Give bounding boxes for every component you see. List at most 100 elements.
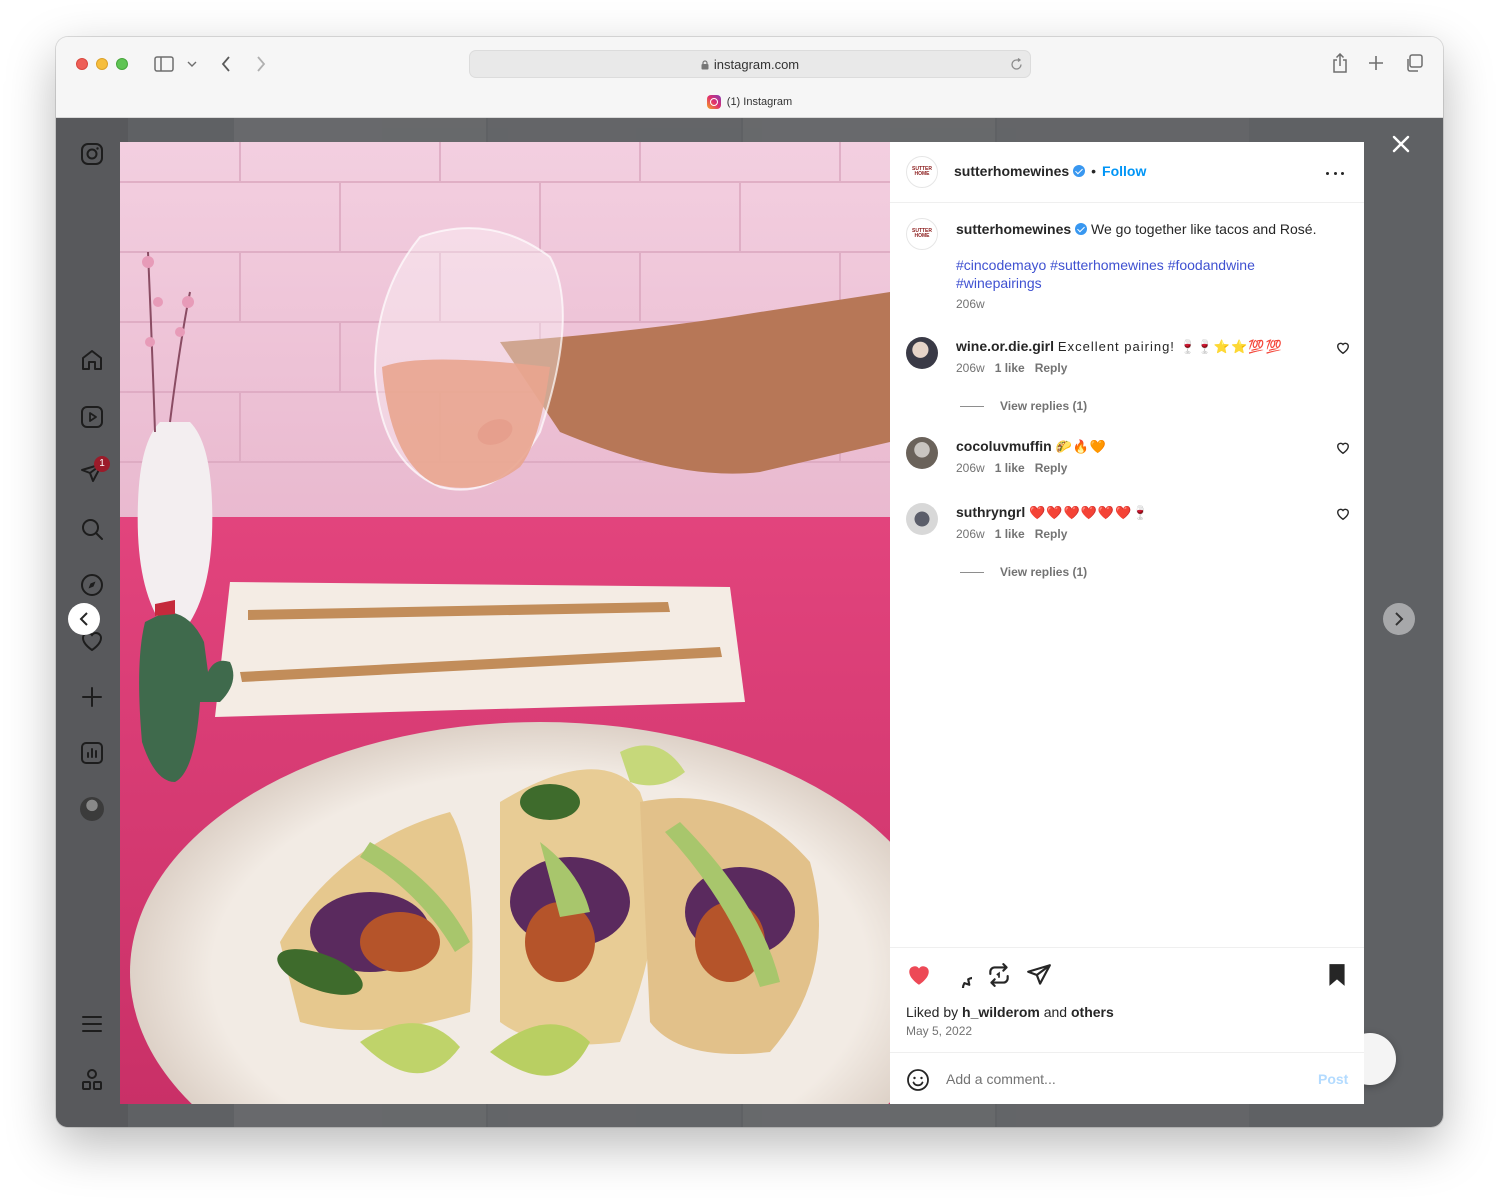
caption-time[interactable]: 206w — [956, 297, 985, 311]
author-avatar[interactable]: SUTTER HOME — [906, 156, 938, 188]
reply-button[interactable]: Reply — [1035, 461, 1068, 475]
back-icon[interactable] — [217, 53, 235, 75]
caption-author-username[interactable]: sutterhomewines — [956, 221, 1071, 237]
saved-bookmark-icon[interactable] — [1324, 962, 1350, 988]
post-photo — [120, 142, 890, 1104]
reload-icon[interactable] — [1009, 57, 1023, 71]
caption-author-avatar[interactable]: SUTTER HOME — [906, 218, 938, 250]
liked-by-user[interactable]: h_wilderom — [962, 1004, 1040, 1020]
apps-icon[interactable] — [78, 1066, 106, 1094]
like-comment-heart-icon[interactable] — [1336, 341, 1350, 355]
url-text: instagram.com — [470, 57, 1030, 72]
chevron-right-icon — [1395, 612, 1404, 626]
comment-time[interactable]: 206w — [956, 361, 985, 375]
profile-avatar[interactable] — [80, 797, 104, 821]
post-caption: sutterhomewines We go together like taco… — [956, 220, 1336, 238]
commenter-username[interactable]: wine.or.die.girl — [956, 338, 1054, 354]
search-icon[interactable] — [78, 515, 106, 543]
commenter-avatar[interactable] — [906, 437, 938, 469]
close-modal-icon[interactable] — [1389, 132, 1413, 156]
liked-by-prefix: Liked by — [906, 1004, 959, 1020]
commenter-username[interactable]: suthryngrl — [956, 504, 1025, 520]
like-comment-heart-icon[interactable] — [1336, 441, 1350, 455]
previous-post-button[interactable] — [68, 603, 100, 635]
view-replies-button[interactable]: View replies (1) — [960, 399, 1087, 413]
caption-text: We go together like tacos and Rosé. — [1091, 221, 1317, 237]
hashtag-link[interactable]: #winepairings — [956, 275, 1042, 291]
hashtag-link[interactable]: #sutterhomewines — [1050, 257, 1164, 273]
post-modal: SUTTER HOME sutterhomewines • Follow SUT… — [120, 142, 1364, 1104]
comment-time[interactable]: 206w — [956, 527, 985, 541]
avatar-logo-text: SUTTER HOME — [912, 166, 932, 177]
liked-heart-icon[interactable] — [906, 962, 932, 988]
zoom-window-button[interactable] — [116, 58, 128, 70]
hashtag-link[interactable]: #foodandwine — [1168, 257, 1255, 273]
comment-likes[interactable]: 1 like — [995, 461, 1025, 475]
next-post-button[interactable] — [1383, 603, 1415, 635]
comment-icon[interactable] — [946, 962, 985, 1000]
follow-button[interactable]: Follow — [1102, 163, 1146, 179]
tab-overview-icon[interactable] — [1403, 52, 1425, 74]
tab-title: (1) Instagram — [726, 96, 793, 108]
reply-button[interactable]: Reply — [1035, 527, 1068, 541]
close-window-button[interactable] — [76, 58, 88, 70]
author-username[interactable]: sutterhomewines — [954, 163, 1069, 179]
liked-by-and: and — [1043, 1004, 1068, 1020]
post-date[interactable]: May 5, 2022 — [906, 1024, 972, 1038]
dashboard-icon[interactable] — [78, 739, 106, 767]
explore-icon[interactable] — [78, 571, 106, 599]
hashtag-link[interactable]: #cincodemayo — [956, 257, 1046, 273]
commenter-avatar[interactable] — [906, 337, 938, 369]
share-post-icon[interactable] — [1026, 962, 1052, 988]
comment-text: 🌮🔥🧡 — [1055, 439, 1108, 454]
reply-button[interactable]: Reply — [1035, 361, 1068, 375]
post-header: SUTTER HOME sutterhomewines • Follow — [890, 142, 1364, 203]
post-hashtags: #cincodemayo #sutterhomewines #foodandwi… — [956, 256, 1336, 292]
url-label: instagram.com — [713, 57, 800, 72]
minimize-window-button[interactable] — [96, 58, 108, 70]
comment-meta: 206w 1 like Reply — [956, 527, 1067, 541]
post-details-panel: SUTTER HOME sutterhomewines • Follow SUT… — [890, 142, 1364, 1104]
chevron-down-icon[interactable] — [185, 57, 199, 71]
commenter-avatar[interactable] — [906, 503, 938, 535]
instagram-icon[interactable] — [78, 140, 106, 168]
address-bar[interactable]: instagram.com — [469, 50, 1031, 78]
post-comment-button[interactable]: Post — [1318, 1071, 1348, 1087]
browser-window: instagram.com (1) Instagram 1 SUTTER HOM… — [56, 37, 1443, 1127]
comment-likes[interactable]: 1 like — [995, 361, 1025, 375]
view-replies-label: View replies (1) — [1000, 565, 1088, 579]
lock-icon — [701, 58, 709, 70]
active-tab[interactable]: (1) Instagram — [56, 95, 1443, 109]
reels-icon[interactable] — [78, 403, 106, 431]
comment-meta: 206w 1 like Reply — [956, 361, 1067, 375]
view-replies-button[interactable]: View replies (1) — [960, 565, 1087, 579]
comment-text: ❤️❤️❤️❤️❤️❤️🍷 — [1029, 505, 1150, 520]
comment-body: suthryngrl ❤️❤️❤️❤️❤️❤️🍷 — [956, 503, 1149, 522]
new-tab-icon[interactable] — [1366, 53, 1386, 73]
comment-input[interactable] — [946, 1065, 1296, 1093]
comment-body: cocoluvmuffin 🌮🔥🧡 — [956, 437, 1107, 456]
more-options-icon[interactable] — [1326, 164, 1344, 182]
verified-icon — [1073, 165, 1086, 177]
comment-text: Excellent pairing! 🍷🍷⭐⭐💯💯 — [1057, 339, 1283, 354]
emoji-icon[interactable] — [906, 1068, 930, 1092]
commenter-username[interactable]: cocoluvmuffin — [956, 438, 1052, 454]
comment-likes[interactable]: 1 like — [995, 527, 1025, 541]
forward-icon[interactable] — [252, 53, 270, 75]
repost-icon[interactable] — [986, 962, 1012, 988]
comment-body: wine.or.die.girl Excellent pairing! 🍷🍷⭐⭐… — [956, 337, 1283, 356]
comment-meta: 206w 1 like Reply — [956, 461, 1067, 475]
share-icon[interactable] — [1329, 52, 1351, 74]
instagram-favicon-icon — [706, 95, 721, 109]
home-icon[interactable] — [78, 346, 106, 374]
avatar-logo-text: SUTTER HOME — [912, 228, 932, 239]
menu-icon[interactable] — [78, 1010, 106, 1038]
comment-item: suthryngrl ❤️❤️❤️❤️❤️❤️🍷 206w 1 like Reply — [906, 503, 1352, 593]
create-icon[interactable] — [78, 683, 106, 711]
sidebar-toggle-icon[interactable] — [153, 54, 175, 74]
comment-item: cocoluvmuffin 🌮🔥🧡 206w 1 like Reply — [906, 437, 1352, 487]
comment-time[interactable]: 206w — [956, 461, 985, 475]
like-comment-heart-icon[interactable] — [1336, 507, 1350, 521]
liked-by-others[interactable]: others — [1071, 1004, 1114, 1020]
notification-badge: 1 — [94, 456, 110, 472]
